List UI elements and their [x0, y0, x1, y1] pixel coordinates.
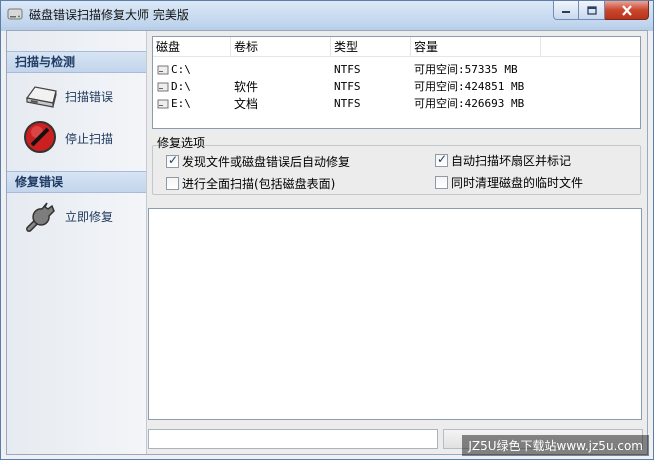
app-window: 磁盘错误扫描修复大师 完美版 扫描与检测 扫描错误 停止扫描 修复错误 立即修复… [0, 0, 654, 460]
capacity: 可用空间:57335 MB [414, 63, 518, 76]
checkbox-box[interactable] [166, 153, 179, 168]
stop-scan-button[interactable]: 停止扫描 [7, 119, 146, 157]
fs-type: NTFS [334, 63, 361, 76]
fs-type: NTFS [334, 80, 361, 93]
window-controls [553, 1, 649, 21]
client-area: 扫描与检测 扫描错误 停止扫描 修复错误 立即修复 磁盘 卷标 类型 容量 C:… [6, 30, 648, 455]
checkbox-box[interactable] [435, 152, 448, 167]
wrench-icon [26, 202, 55, 232]
section-scan-detect: 扫描与检测 [7, 51, 146, 73]
drive-name: E:\ [171, 97, 191, 110]
full-scan-checkbox[interactable]: 进行全面扫描(包括磁盘表面) [166, 175, 335, 192]
minimize-icon [562, 11, 570, 13]
capacity: 可用空间:426693 MB [414, 97, 525, 110]
column-type[interactable]: 类型 [331, 37, 411, 57]
drive-name: D:\ [171, 80, 191, 93]
volume-label: 软件 [234, 80, 259, 94]
scan-errors-label: 扫描错误 [65, 89, 114, 104]
stop-icon [24, 121, 56, 153]
column-label[interactable]: 卷标 [231, 37, 331, 57]
app-icon [7, 8, 23, 20]
repair-options-title: 修复选项 [157, 136, 206, 150]
drive-icon [157, 65, 169, 75]
column-capacity[interactable]: 容量 [411, 37, 541, 57]
scan-log-area[interactable] [148, 208, 642, 420]
table-row[interactable]: D:\ 软件 NTFS 可用空间:424851 MB [153, 80, 640, 94]
status-field [148, 429, 438, 449]
table-row[interactable]: C:\ NTFS 可用空间:57335 MB [153, 63, 640, 77]
checkbox-box[interactable] [435, 176, 448, 189]
drive-icon [157, 99, 169, 109]
checkbox-box[interactable] [166, 177, 179, 190]
scan-errors-button[interactable]: 扫描错误 [7, 77, 146, 115]
sidebar: 扫描与检测 扫描错误 停止扫描 修复错误 立即修复 [7, 31, 147, 454]
disk-list[interactable]: 磁盘 卷标 类型 容量 C:\ NTFS 可用空间:57335 MB D:\ 软… [152, 36, 641, 129]
watermark: JZ5U绿色下载站www.jz5u.com [462, 435, 649, 456]
full-scan-label: 进行全面扫描(包括磁盘表面) [182, 177, 336, 191]
bad-sector-label: 自动扫描坏扇区并标记 [451, 154, 572, 168]
section-repair: 修复错误 [7, 171, 146, 193]
drive-icon [157, 82, 169, 92]
maximize-icon [586, 5, 597, 15]
auto-repair-label: 发现文件或磁盘错误后自动修复 [182, 155, 351, 169]
close-icon [621, 4, 632, 16]
disk-list-header: 磁盘 卷标 类型 容量 [153, 37, 640, 57]
repair-now-button[interactable]: 立即修复 [7, 197, 146, 235]
title-bar[interactable]: 磁盘错误扫描修复大师 完美版 [1, 1, 653, 27]
column-disk[interactable]: 磁盘 [153, 37, 231, 57]
drive-name: C:\ [171, 63, 191, 76]
capacity: 可用空间:424851 MB [414, 80, 525, 93]
volume-label: 文档 [234, 97, 259, 111]
table-row[interactable]: E:\ 文档 NTFS 可用空间:426693 MB [153, 97, 640, 111]
repair-now-label: 立即修复 [65, 209, 114, 224]
clean-temp-checkbox[interactable]: 同时清理磁盘的临时文件 [435, 174, 583, 191]
window-title: 磁盘错误扫描修复大师 完美版 [29, 8, 189, 22]
close-button[interactable] [605, 1, 649, 20]
minimize-button[interactable] [553, 1, 579, 20]
bad-sector-checkbox[interactable]: 自动扫描坏扇区并标记 [435, 152, 571, 169]
stop-scan-label: 停止扫描 [65, 131, 114, 146]
repair-options-group: 修复选项 发现文件或磁盘错误后自动修复 进行全面扫描(包括磁盘表面) 自动扫描坏… [152, 133, 641, 195]
fs-type: NTFS [334, 97, 361, 110]
disk-scan-icon [25, 86, 57, 108]
clean-temp-label: 同时清理磁盘的临时文件 [451, 176, 584, 190]
maximize-button[interactable] [579, 1, 605, 20]
auto-repair-checkbox[interactable]: 发现文件或磁盘错误后自动修复 [166, 153, 350, 170]
